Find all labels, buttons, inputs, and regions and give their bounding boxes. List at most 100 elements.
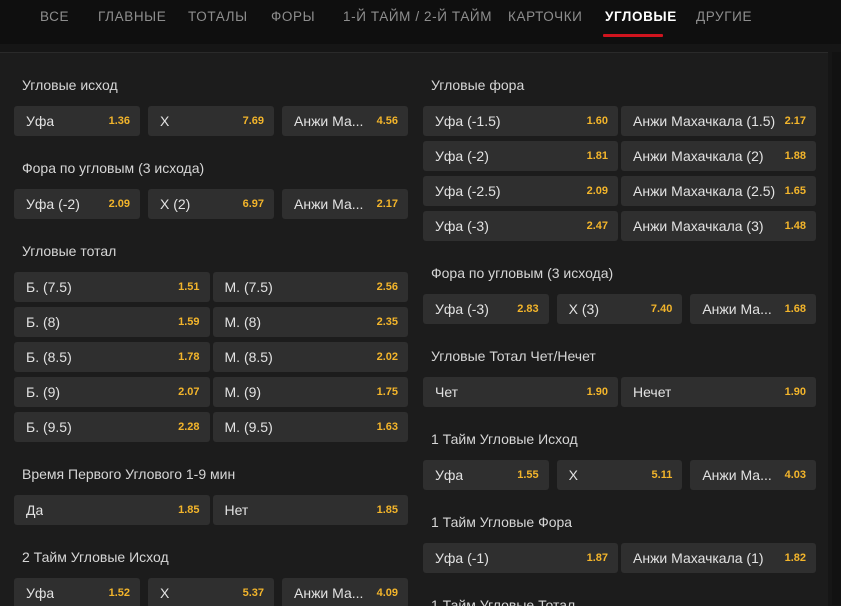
market-group: Время Первого Углового 1-9 мин Да 1.85 Нет 1… <box>14 464 408 525</box>
market-group: 1 Тайм Угловые Фора Уфа (-1) 1.87 Анжи Маха… <box>423 512 816 573</box>
odds-button[interactable]: Нет 1.85 <box>212 495 408 525</box>
odds-button[interactable]: Уфа 1.52 <box>14 578 140 606</box>
outcome-label: Уфа (-2) <box>26 196 80 212</box>
outcome-label: Чет <box>435 384 459 400</box>
odds-button[interactable]: Уфа (-2.5) 2.09 <box>423 176 618 206</box>
outcome-label: М. (8.5) <box>224 349 273 365</box>
odds-button[interactable]: Уфа (-2) 2.09 <box>14 189 140 219</box>
odds-button[interactable]: Б. (9.5) 2.28 <box>14 412 210 442</box>
odds-button[interactable]: Анжи Ма... 1.68 <box>690 294 817 324</box>
odds-button[interactable]: Уфа (-1) 1.87 <box>423 543 618 573</box>
odds-row: Уфа (-2.5) 2.09 Анжи Махачкала (2.5) 1.65 <box>423 176 816 206</box>
odds-row: Б. (8.5) 1.78 М. (8.5) 2.02 <box>14 342 408 372</box>
outcome-label: Анжи Махачкала (1.5) <box>633 113 776 129</box>
odds-value: 4.56 <box>376 115 398 127</box>
odds-button[interactable]: X 7.69 <box>148 106 274 136</box>
odds-button[interactable]: Уфа 1.55 <box>423 460 549 490</box>
outcome-label: X <box>160 113 170 129</box>
odds-row: Б. (8) 1.59 М. (8) 2.35 <box>14 307 408 337</box>
tab-1[interactable]: ГЛАВНЫЕ <box>98 9 166 24</box>
odds-value: 2.56 <box>376 281 398 293</box>
market-title: Угловые фора <box>431 77 525 93</box>
market-title: Время Первого Углового 1-9 мин <box>22 466 236 482</box>
odds-button[interactable]: Анжи Ма... 4.56 <box>282 106 408 136</box>
odds-button[interactable]: Анжи Махачкала (1.5) 2.17 <box>621 106 816 136</box>
tab-2[interactable]: ТОТАЛЫ <box>188 9 248 24</box>
odds-button[interactable]: Б. (7.5) 1.51 <box>14 272 210 302</box>
scrollbar[interactable] <box>832 52 841 605</box>
odds-button[interactable]: Анжи Махачкала (2) 1.88 <box>621 141 816 171</box>
odds-button[interactable]: Б. (8) 1.59 <box>14 307 210 337</box>
outcome-label: Анжи Ма... <box>294 113 364 129</box>
odds-row: Уфа (-2) 2.09 X (2) 6.97 Анжи Ма... 2.17 <box>14 189 408 219</box>
odds-button[interactable]: Уфа (-3) 2.47 <box>423 211 618 241</box>
outcome-label: Уфа (-3) <box>435 218 489 234</box>
tab-6[interactable]: УГЛОВЫЕ <box>605 9 677 24</box>
odds-row: Уфа (-3) 2.83 X (3) 7.40 Анжи Ма... 1.68 <box>423 294 817 324</box>
odds-button[interactable]: Нечет 1.90 <box>621 377 816 407</box>
odds-button[interactable]: X 5.37 <box>148 578 274 606</box>
tab-5[interactable]: КАРТОЧКИ <box>508 9 582 24</box>
odds-value: 1.88 <box>784 150 806 162</box>
odds-button[interactable]: Анжи Ма... 4.03 <box>690 460 817 490</box>
odds-value: 1.81 <box>586 150 608 162</box>
odds-button[interactable]: Чет 1.90 <box>423 377 618 407</box>
outcome-label: М. (7.5) <box>224 279 273 295</box>
odds-button[interactable]: Да 1.85 <box>14 495 210 525</box>
market-title: Фора по угловым (3 исхода) <box>22 160 205 176</box>
odds-value: 1.68 <box>784 303 807 315</box>
odds-value: 6.97 <box>242 198 264 210</box>
odds-row: Уфа (-3) 2.47 Анжи Махачкала (3) 1.48 <box>423 211 816 241</box>
tab-3[interactable]: ФОРЫ <box>271 9 315 24</box>
odds-button[interactable]: Анжи Ма... 2.17 <box>282 189 408 219</box>
odds-row: Уфа 1.55 X 5.11 Анжи Ма... 4.03 <box>423 460 817 490</box>
odds-button[interactable]: X (2) 6.97 <box>148 189 274 219</box>
odds-button[interactable]: Уфа (-2) 1.81 <box>423 141 618 171</box>
market-group: Угловые тотал Б. (7.5) 1.51 М. (7.5) 2.56 Б. … <box>14 241 408 442</box>
odds-button[interactable]: М. (8) 2.35 <box>212 307 408 337</box>
odds-button[interactable]: Анжи Махачкала (3) 1.48 <box>621 211 816 241</box>
market-title: 1 Тайм Угловые Исход <box>431 431 578 447</box>
outcome-label: Уфа (-2.5) <box>435 183 501 199</box>
odds-button[interactable]: X 5.11 <box>556 460 683 490</box>
outcome-label: Б. (7.5) <box>26 279 72 295</box>
odds-button[interactable]: Анжи Махачкала (1) 1.82 <box>621 543 816 573</box>
odds-button[interactable]: Б. (8.5) 1.78 <box>14 342 210 372</box>
market-group: Угловые исход Уфа 1.36 X 7.69 Анжи Ма... 4.56 <box>14 75 408 136</box>
odds-row: Уфа 1.36 X 7.69 Анжи Ма... 4.56 <box>14 106 408 136</box>
tab-4[interactable]: 1-Й ТАЙМ / 2-Й ТАЙМ <box>343 9 492 24</box>
outcome-label: Уфа <box>435 467 464 483</box>
outcome-label: Анжи Ма... <box>702 467 772 483</box>
odds-value: 1.90 <box>784 386 806 398</box>
market-tabs: ВСЕ ГЛАВНЫЕ ТОТАЛЫ ФОРЫ 1-Й ТАЙМ / 2-Й ТАЙМ К… <box>0 0 841 44</box>
odds-row: Б. (9.5) 2.28 М. (9.5) 1.63 <box>14 412 408 442</box>
outcome-label: Анжи Ма... <box>702 301 772 317</box>
odds-button[interactable]: М. (7.5) 2.56 <box>212 272 408 302</box>
odds-row: Уфа (-1) 1.87 Анжи Махачкала (1) 1.82 <box>423 543 816 573</box>
outcome-label: Уфа (-3) <box>435 301 489 317</box>
odds-button[interactable]: Б. (9) 2.07 <box>14 377 210 407</box>
tab-0[interactable]: ВСЕ <box>40 9 69 24</box>
odds-button[interactable]: Уфа 1.36 <box>14 106 140 136</box>
odds-button[interactable]: X (3) 7.40 <box>556 294 683 324</box>
odds-button[interactable]: Уфа (-3) 2.83 <box>423 294 549 324</box>
odds-value: 2.35 <box>376 316 398 328</box>
odds-button[interactable]: Анжи Махачкала (2.5) 1.65 <box>621 176 816 206</box>
odds-value: 1.90 <box>586 386 608 398</box>
market-title: 2 Тайм Угловые Исход <box>22 549 169 565</box>
odds-row: Б. (7.5) 1.51 М. (7.5) 2.56 <box>14 272 408 302</box>
odds-button[interactable]: М. (8.5) 2.02 <box>212 342 408 372</box>
odds-value: 1.52 <box>108 587 130 599</box>
odds-value: 1.75 <box>376 386 398 398</box>
market-group: 1 Тайм Угловые Тотал <box>423 595 816 606</box>
odds-button[interactable]: Анжи Ма... 4.09 <box>282 578 408 606</box>
odds-value: 5.37 <box>242 587 264 599</box>
odds-button[interactable]: М. (9) 1.75 <box>212 377 408 407</box>
odds-value: 1.51 <box>178 281 200 293</box>
odds-button[interactable]: Уфа (-1.5) 1.60 <box>423 106 618 136</box>
odds-value: 7.69 <box>242 115 264 127</box>
tab-7[interactable]: ДРУГИЕ <box>696 9 752 24</box>
odds-button[interactable]: М. (9.5) 1.63 <box>212 412 408 442</box>
odds-value: 5.11 <box>651 469 673 481</box>
odds-row: Уфа 1.52 X 5.37 Анжи Ма... 4.09 <box>14 578 408 606</box>
